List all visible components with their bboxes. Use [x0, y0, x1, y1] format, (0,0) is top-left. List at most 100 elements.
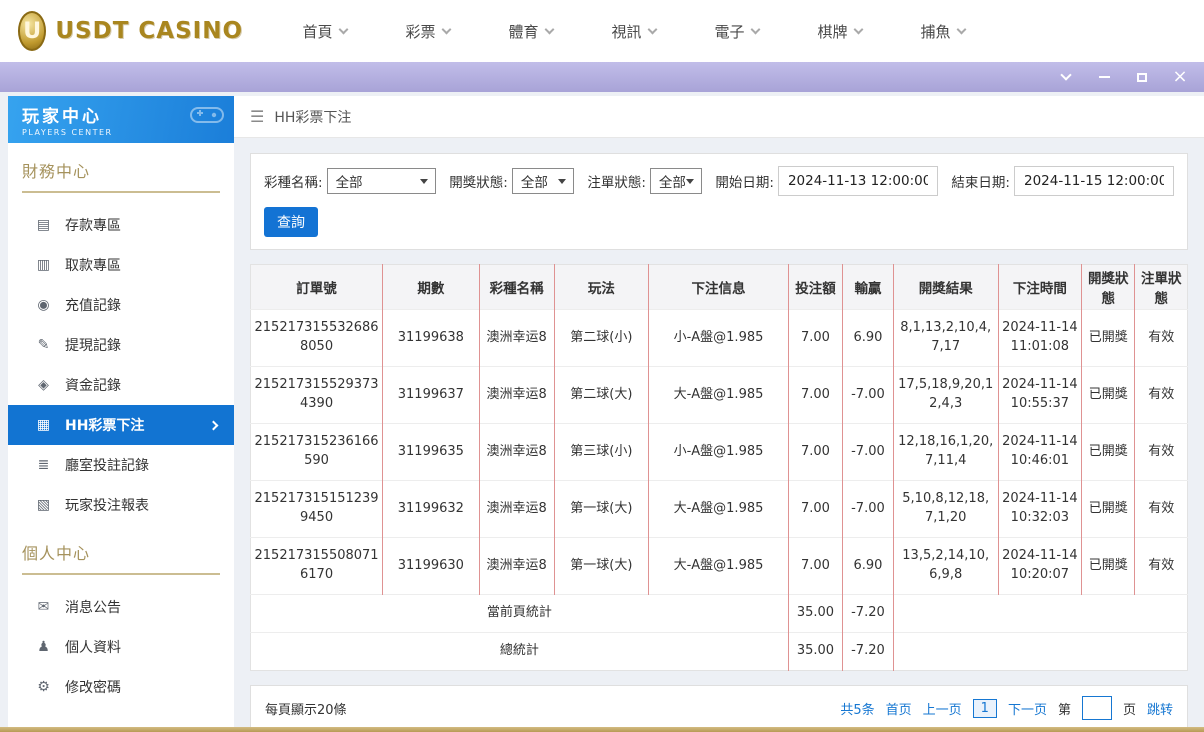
sidebar-item-label: 提現記錄: [65, 338, 121, 354]
nav-item[interactable]: 棋牌: [788, 0, 891, 62]
sidebar-item[interactable]: ◉ 充值記錄: [8, 285, 234, 325]
nav-item-label: 體育: [508, 22, 539, 41]
page-title: HH彩票下注: [274, 109, 352, 126]
column-header: 注單狀態: [1134, 264, 1188, 310]
window-expand-button[interactable]: [1058, 69, 1074, 85]
table-cell: 有效: [1134, 423, 1188, 481]
first-page-link[interactable]: 首页: [886, 699, 912, 718]
table-cell: 澳洲幸运8: [478, 423, 555, 481]
sidebar-item[interactable]: ▤ 存款專區: [8, 205, 234, 245]
sidebar-item[interactable]: ♟ 個人資料: [8, 627, 234, 667]
table-row: 2152173155080716170 31199630 澳洲幸运8 第一球(大) 大-…: [250, 537, 1188, 595]
table-cell: 13,5,2,14,10,6,9,8: [892, 537, 999, 595]
maximize-icon: [1137, 72, 1147, 82]
table-cell: 2152173155293734390: [250, 366, 383, 424]
summary-row: 總統計 35.00 -7.20: [250, 632, 1188, 671]
start-date-input[interactable]: [777, 166, 938, 196]
draw-status-select[interactable]: 全部: [511, 168, 574, 194]
sidebar-item[interactable]: ▦ HH彩票下注: [8, 405, 234, 445]
column-header: 下注時間: [997, 264, 1082, 310]
table-cell: 有效: [1134, 366, 1188, 424]
nav-item[interactable]: 視訊: [582, 0, 685, 62]
close-icon: ×: [1172, 66, 1188, 87]
search-button[interactable]: 查詢: [264, 207, 318, 237]
withdraw-icon: ▥: [36, 257, 51, 273]
sidebar-item[interactable]: ▧ 玩家投注報表: [8, 485, 234, 525]
body-area: 玩家中心 PLAYERS CENTER 財務中心 ▤ 存款專區 ▥ 取款專區 ◉ 充值記錄 ✎…: [0, 92, 1204, 731]
nav-item[interactable]: 捕魚: [891, 0, 994, 62]
table-cell: 第一球(大): [553, 480, 649, 538]
table-cell: 有效: [1134, 537, 1188, 595]
draw-status-label: 開獎狀態:: [449, 175, 508, 191]
nav-item[interactable]: 首頁: [273, 0, 376, 62]
breadcrumb: ☰ HH彩票下注: [234, 96, 1204, 138]
minimize-icon: [1098, 76, 1110, 78]
funds-record-icon: ◈: [38, 377, 49, 393]
room-bet-record-icon: ≣: [37, 457, 50, 473]
table-cell: 2024-11-14 10:46:01: [997, 423, 1082, 481]
end-date-input[interactable]: [1013, 166, 1174, 196]
sidebar-item[interactable]: ✎ 提現記錄: [8, 325, 234, 365]
nav-item[interactable]: 電子: [685, 0, 788, 62]
nav-item[interactable]: 體育: [479, 0, 582, 62]
sidebar-item-label: 玩家投注報表: [65, 498, 149, 514]
window-title-bar: ×: [0, 62, 1204, 92]
next-page-link[interactable]: 下一页: [1008, 699, 1047, 718]
sidebar-item[interactable]: ▥ 取款專區: [8, 245, 234, 285]
table-cell: -7.00: [842, 366, 894, 424]
order-status-select[interactable]: 全部: [649, 168, 702, 194]
lottery-name-select[interactable]: 全部: [326, 168, 436, 194]
sidebar-item[interactable]: ◈ 資金記錄: [8, 365, 234, 405]
main-panel: ☰ HH彩票下注 彩種名稱: 全部 開獎狀態: 全部 注單狀態: 全部 開始日期…: [234, 96, 1204, 731]
jump-button[interactable]: 跳转: [1147, 699, 1173, 718]
chevron-down-icon: [853, 24, 863, 34]
table-cell: 已開獎: [1081, 366, 1135, 424]
summary-bet-total: 35.00: [787, 594, 843, 633]
sidebar-item-label: 修改密碼: [65, 680, 121, 696]
nav-item[interactable]: 彩票: [376, 0, 479, 62]
top-header: U USDT CASINO 首頁 彩票 體育 視訊 電子 棋牌 捕魚: [0, 0, 1204, 62]
sidebar-item[interactable]: ✉ 消息公告: [8, 587, 234, 627]
table-cell: 7.00: [787, 423, 843, 481]
chevron-down-icon: [956, 24, 966, 34]
table-cell: -7.00: [842, 480, 894, 538]
window-close-button[interactable]: ×: [1172, 66, 1188, 87]
jump-page-input[interactable]: [1081, 696, 1112, 720]
app-window: U USDT CASINO 首頁 彩票 體育 視訊 電子 棋牌 捕魚 × 玩家中心 PLAY…: [0, 0, 1204, 732]
table-cell: 澳洲幸运8: [478, 480, 555, 538]
chevron-down-icon: [441, 24, 451, 34]
sidebar-item-label: 消息公告: [65, 600, 121, 616]
table-cell: 31199638: [382, 309, 480, 367]
table-cell: 已開獎: [1081, 423, 1135, 481]
sidebar-item[interactable]: ≣ 廳室投註記錄: [8, 445, 234, 485]
table-row: 2152173151512399450 31199632 澳洲幸运8 第一球(大) 大-…: [250, 480, 1188, 538]
table-header-row: 訂單號 期數 彩種名稱 玩法 下注信息 投注額 輸贏 開獎結果 下注時間 開獎狀態 注單狀態: [250, 264, 1188, 310]
lottery-name-label: 彩種名稱:: [264, 175, 323, 191]
summary-label: 當前頁統計: [250, 594, 789, 633]
table-cell: 31199637: [382, 366, 480, 424]
chevron-down-icon: [1060, 69, 1072, 81]
summary-empty: [892, 594, 1188, 633]
column-header: 投注額: [787, 264, 843, 310]
hamburger-icon[interactable]: ☰: [250, 107, 264, 126]
password-icon: ⚙: [37, 679, 50, 695]
table-cell: 2152173151512399450: [250, 480, 383, 538]
announcement-icon: ✉: [37, 599, 50, 615]
window-minimize-button[interactable]: [1096, 69, 1112, 85]
summary-label: 總統計: [250, 632, 789, 671]
table-cell: 7.00: [787, 480, 843, 538]
table-cell: 2024-11-14 11:01:08: [997, 309, 1082, 367]
table-cell: 215217315236166590: [250, 423, 383, 481]
prev-page-link[interactable]: 上一页: [923, 699, 962, 718]
lottery-bet-icon: ▦: [36, 417, 51, 433]
table-cell: 第二球(小): [553, 309, 649, 367]
nav-item-label: 首頁: [302, 22, 333, 41]
window-maximize-button[interactable]: [1134, 69, 1150, 85]
current-page-badge[interactable]: 1: [972, 698, 997, 718]
table-cell: 小-A盤@1.985: [648, 423, 789, 481]
sidebar-section-title: 財務中心: [22, 158, 220, 193]
table-cell: 第三球(小): [553, 423, 649, 481]
sidebar-item[interactable]: ⚙ 修改密碼: [8, 667, 234, 707]
table-cell: 澳洲幸运8: [478, 366, 555, 424]
nav-item-label: 棋牌: [817, 22, 848, 41]
